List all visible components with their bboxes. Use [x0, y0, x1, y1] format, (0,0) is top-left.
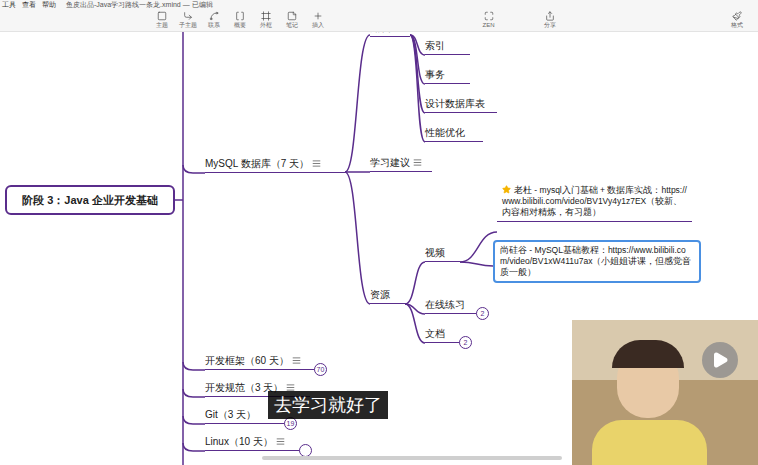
toolbar: 工具查看帮助 鱼皮出品-Java学习路线一条龙.xmind — 已编辑主题子主题联… — [0, 0, 758, 32]
view-button[interactable]: ZEN — [476, 11, 501, 29]
knowledge-item[interactable]: 性能优化 — [425, 126, 483, 142]
note-icon[interactable] — [312, 159, 321, 168]
note-icon[interactable] — [276, 437, 285, 446]
view-icon — [732, 11, 742, 21]
toolbar-button[interactable]: 主题 — [149, 11, 174, 29]
topic-label: MySQL 数据库（7 天） — [205, 157, 309, 170]
menu-item[interactable]: 查看 — [22, 1, 36, 8]
menu-bar: 工具查看帮助 鱼皮出品-Java学习路线一条龙.xmind — 已编辑 — [0, 0, 758, 10]
play-button[interactable] — [702, 342, 738, 378]
resource-topic[interactable]: 视频 — [425, 246, 460, 262]
menu-item[interactable]: 工具 — [2, 1, 16, 8]
document-title: 鱼皮出品-Java学习路线一条龙.xmind — 已编辑 — [66, 1, 213, 8]
toolbar-button[interactable]: 笔记 — [279, 11, 304, 29]
topic-label: 文档 — [425, 327, 445, 340]
topic-label: 设计数据库表 — [425, 97, 485, 110]
subtitle: 去学习就好了 — [268, 391, 388, 419]
knowledge-item[interactable]: 索引 — [425, 39, 470, 55]
webcam-video — [572, 320, 758, 465]
root-topic[interactable]: 阶段 3：Java 企业开发基础 — [5, 185, 175, 215]
knowledge-item[interactable]: 设计数据库表 — [425, 97, 497, 113]
collapse-badge[interactable]: 2 — [459, 336, 472, 349]
play-icon — [711, 351, 729, 369]
tool-icon — [235, 11, 245, 21]
topic-label: 资源 — [370, 288, 390, 301]
app-window: 阶段 3：Java 企业开发基础 MySQL 数据库（7 天） 开发框架（60 天）… — [0, 0, 758, 465]
branch-topic[interactable]: MySQL 数据库（7 天） — [205, 157, 345, 173]
toolbar-button[interactable]: 子主题 — [175, 11, 200, 29]
star-icon — [502, 185, 511, 194]
menu-item[interactable]: 帮助 — [42, 1, 56, 8]
view-icon — [545, 11, 555, 21]
knowledge-item[interactable]: 事务 — [425, 68, 470, 84]
toolbar-button[interactable]: 外框 — [253, 11, 278, 29]
collapse-badge[interactable]: 2 — [476, 307, 489, 320]
toolbar-button[interactable]: 联系 — [201, 11, 226, 29]
note-icon[interactable] — [292, 356, 301, 365]
view-icon — [484, 11, 494, 21]
topic-node[interactable]: 资源 — [370, 288, 405, 304]
tool-icon — [261, 11, 271, 21]
tool-icon — [157, 11, 167, 21]
topic-label: 开发框架（60 天） — [205, 354, 289, 367]
topic-label: 索引 — [425, 39, 445, 52]
tool-icon — [287, 11, 297, 21]
tool-icon — [183, 11, 193, 21]
topic-label: 性能优化 — [425, 126, 465, 139]
topic-label: Git（3 天） — [205, 408, 256, 421]
view-button[interactable]: 分享 — [537, 11, 562, 29]
branch-topic[interactable]: 开发框架（60 天）70 — [205, 354, 315, 370]
tool-icon — [209, 11, 219, 21]
topic-label: 在线练习 — [425, 298, 465, 311]
resource-card[interactable]: 老杜 - mysql入门基础 + 数据库实战：https://www.bilib… — [497, 182, 692, 222]
tool-icon — [313, 11, 323, 21]
resource-topic[interactable]: 文档2 — [425, 327, 460, 343]
note-icon[interactable] — [413, 158, 422, 167]
topic-label: Linux（10 天） — [205, 435, 273, 448]
topic-label: 视频 — [425, 246, 445, 259]
topic-label: 事务 — [425, 68, 445, 81]
topic-label: 学习建议 — [370, 156, 410, 169]
tool-row: 主题子主题联系概要外框笔记插入 ZEN 分享 格式 — [0, 10, 758, 31]
topic-node[interactable]: 学习建议 — [370, 156, 432, 172]
branch-topic[interactable]: Linux（10 天） — [205, 435, 300, 451]
collapse-badge[interactable]: 70 — [314, 363, 327, 376]
toolbar-button[interactable]: 概要 — [227, 11, 252, 29]
resource-topic[interactable]: 在线练习2 — [425, 298, 477, 314]
resource-card[interactable]: 尚硅谷 - MySQL基础教程：https://www.bilibili.com… — [493, 240, 701, 283]
view-button[interactable]: 格式 — [724, 11, 749, 29]
toolbar-button[interactable]: 插入 — [305, 11, 330, 29]
horizontal-scrollbar[interactable] — [262, 456, 562, 460]
